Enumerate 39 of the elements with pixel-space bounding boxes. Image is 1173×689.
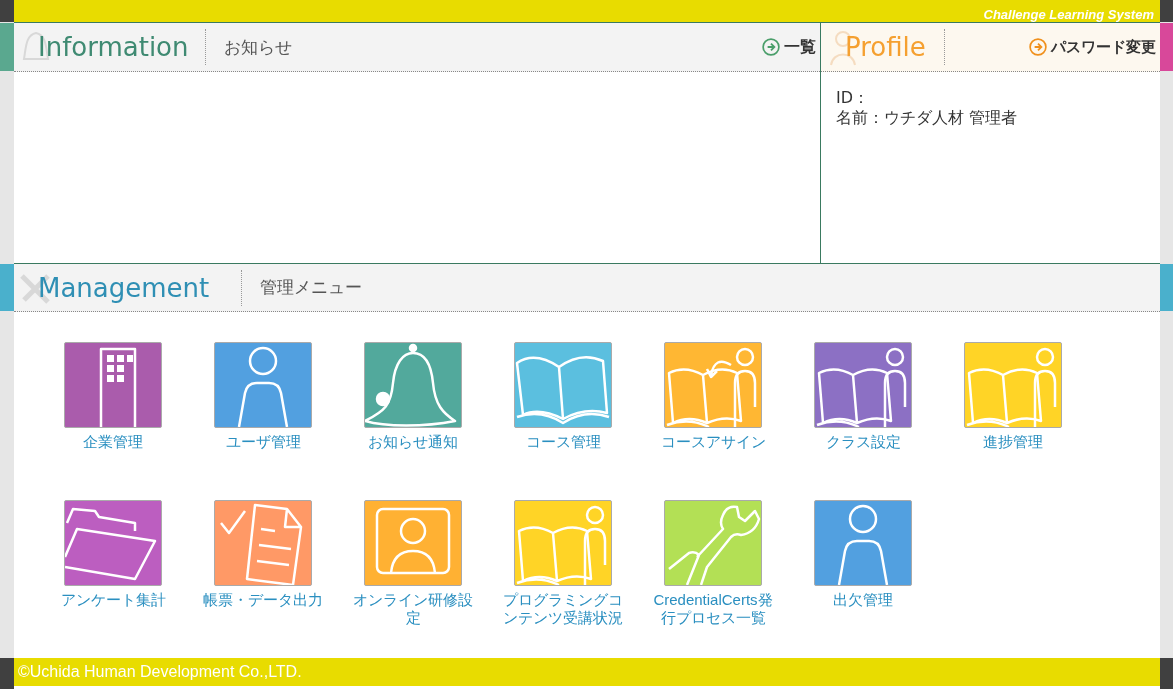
menu-tile[interactable]: クラス設定 (788, 342, 938, 451)
system-name: Challenge Learning System (983, 7, 1154, 22)
menu-tile[interactable]: CredentialCerts発行プロセス一覧 (638, 500, 788, 627)
menu-tile[interactable]: プログラミングコンテンツ受講状況 (488, 500, 638, 627)
menu-tile[interactable]: オンライン研修設定 (338, 500, 488, 627)
menu-tile-label: クラス設定 (824, 433, 902, 451)
arrow-circle-icon (1029, 38, 1047, 56)
menu-tile[interactable]: コース管理 (488, 342, 638, 451)
menu-tile[interactable]: 企業管理 (38, 342, 188, 451)
menu-tile-label: 進捗管理 (982, 433, 1044, 451)
menu-tile-label: コースアサイン (659, 433, 767, 451)
menu-tile-label: お知らせ通知 (367, 433, 459, 451)
management-subtitle: 管理メニュー (259, 276, 363, 299)
menu-tile[interactable]: 出欠管理 (788, 500, 938, 609)
profile-title: Profile (821, 29, 945, 65)
management-title: Management (14, 269, 242, 306)
information-subtitle: お知らせ (223, 35, 293, 59)
menu-tile-label: オンライン研修設定 (352, 591, 474, 627)
profile-line: ID： (836, 88, 871, 108)
menu-tile[interactable]: 進捗管理 (938, 342, 1088, 451)
menu-tile-label: 出欠管理 (832, 591, 894, 609)
menu-tile[interactable]: ユーザ管理 (188, 342, 338, 451)
menu-tile[interactable]: アンケート集計 (38, 500, 188, 609)
menu-tile[interactable]: コースアサイン (638, 342, 788, 451)
menu-tile[interactable]: 帳票・データ出力 (188, 500, 338, 609)
menu-tile-label: プログラミングコンテンツ受講状況 (502, 591, 624, 627)
menu-tile-label: アンケート集計 (59, 591, 167, 609)
list-link[interactable]: 一覧 (762, 36, 820, 58)
menu-tile[interactable]: お知らせ通知 (338, 342, 488, 451)
menu-tile-label: 帳票・データ出力 (202, 591, 324, 609)
menu-tile-label: 企業管理 (82, 433, 144, 451)
password-change-link[interactable]: パスワード変更 (1029, 37, 1160, 57)
profile-line: 名前：ウチダ人材 管理者 (836, 108, 1019, 128)
menu-tile-label: ユーザ管理 (224, 433, 302, 451)
arrow-circle-icon (762, 38, 780, 56)
information-title: Information (14, 29, 206, 65)
menu-tile-label: CredentialCerts発行プロセス一覧 (652, 591, 774, 627)
menu-tile-label: コース管理 (524, 433, 602, 451)
copyright-text: ©Uchida Human Development Co.,LTD. (18, 663, 302, 681)
